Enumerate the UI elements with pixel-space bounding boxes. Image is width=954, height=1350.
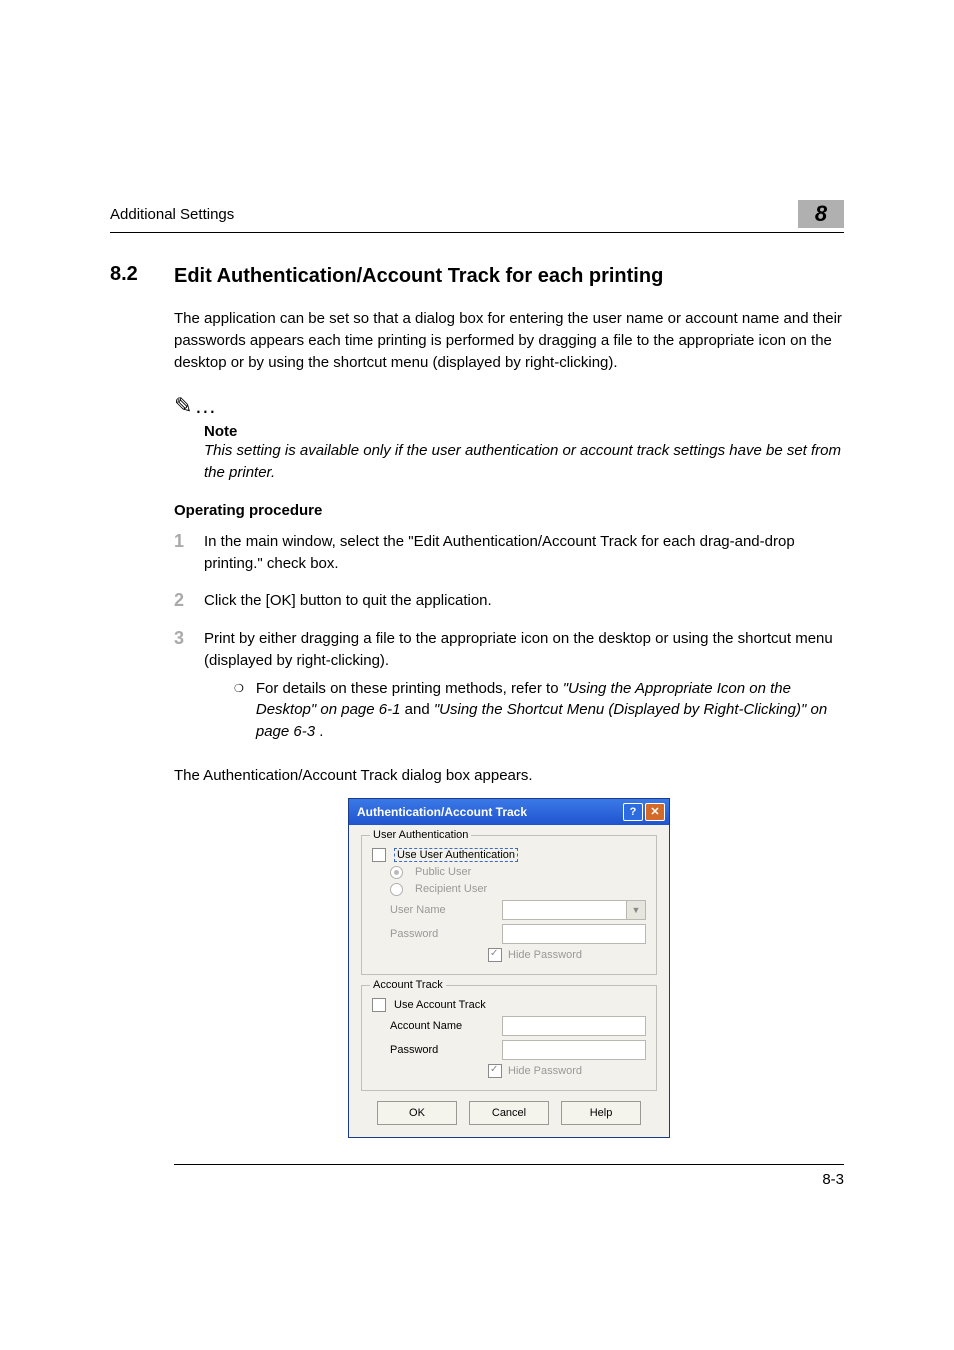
hide-password-row: Hide Password (488, 948, 646, 962)
sub-bullet-mid: and (405, 701, 434, 718)
use-user-auth-checkbox[interactable] (372, 848, 386, 862)
user-auth-group: User Authentication Use User Authenticat… (361, 835, 657, 975)
note-label: Note (204, 423, 844, 440)
use-account-track-label: Use Account Track (394, 999, 486, 1011)
page-footer: 8-3 (174, 1164, 844, 1188)
group-legend: User Authentication (370, 829, 471, 841)
chapter-number-badge: 8 (798, 200, 844, 228)
use-account-track-row: Use Account Track (372, 998, 646, 1012)
dialog-titlebar: Authentication/Account Track ? ✕ (349, 799, 669, 825)
hide-password-label: Hide Password (508, 949, 582, 961)
close-icon[interactable]: ✕ (645, 803, 665, 821)
public-user-row: Public User (390, 866, 646, 879)
acct-password-row: Password (390, 1040, 646, 1060)
acct-hide-password-row: Hide Password (488, 1064, 646, 1078)
step-1: 1 In the main window, select the "Edit A… (174, 531, 844, 575)
use-account-track-checkbox[interactable] (372, 998, 386, 1012)
section-title: Edit Authentication/Account Track for ea… (174, 263, 663, 290)
recipient-user-radio[interactable] (390, 883, 403, 896)
bullet-icon: ❍ (234, 682, 244, 743)
password-label: Password (390, 928, 494, 940)
titlebar-buttons: ? ✕ (623, 803, 665, 821)
step-2: 2 Click the [OK] button to quit the appl… (174, 590, 844, 612)
public-user-radio[interactable] (390, 866, 403, 879)
section-heading: 8.2 Edit Authentication/Account Track fo… (110, 263, 844, 290)
step-3-text: Print by either dragging a file to the a… (204, 630, 833, 669)
dialog-button-row: OK Cancel Help (361, 1101, 657, 1125)
use-user-auth-row: Use User Authentication (372, 848, 646, 862)
intro-paragraph: The application can be set so that a dia… (174, 308, 844, 373)
hide-password-checkbox[interactable] (488, 948, 502, 962)
acct-hide-password-checkbox[interactable] (488, 1064, 502, 1078)
note-icon: ✎… (174, 393, 844, 419)
use-user-auth-label: Use User Authentication (394, 848, 518, 862)
page-number: 8-3 (822, 1171, 844, 1188)
procedure-heading: Operating procedure (174, 502, 844, 519)
step-number: 1 (174, 531, 188, 575)
ok-button[interactable]: OK (377, 1101, 457, 1125)
help-button[interactable]: Help (561, 1101, 641, 1125)
acct-hide-password-label: Hide Password (508, 1065, 582, 1077)
help-icon[interactable]: ? (623, 803, 643, 821)
recipient-user-label: Recipient User (415, 883, 487, 895)
sub-bullet-text: For details on these printing methods, r… (256, 678, 844, 743)
account-name-label: Account Name (390, 1020, 494, 1032)
dialog-body: User Authentication Use User Authenticat… (349, 825, 669, 1137)
running-head: Additional Settings (110, 206, 234, 223)
username-row: User Name ▼ (390, 900, 646, 920)
username-label: User Name (390, 904, 494, 916)
page-header: Additional Settings 8 (110, 200, 844, 233)
acct-password-input[interactable] (502, 1040, 646, 1060)
password-input[interactable] (502, 924, 646, 944)
sub-bullet-lead: For details on these printing methods, r… (256, 680, 563, 697)
sub-bullet-tail: . (319, 723, 323, 740)
password-row: Password (390, 924, 646, 944)
acct-password-label: Password (390, 1044, 494, 1056)
username-combo[interactable]: ▼ (502, 900, 646, 920)
step-text: Click the [OK] button to quit the applic… (204, 590, 844, 612)
step-3: 3 Print by either dragging a file to the… (174, 628, 844, 751)
account-name-row: Account Name (390, 1016, 646, 1036)
auth-dialog: Authentication/Account Track ? ✕ User Au… (348, 798, 670, 1138)
account-name-input[interactable] (502, 1016, 646, 1036)
step-number: 3 (174, 628, 188, 751)
note-body: This setting is available only if the us… (204, 440, 844, 484)
document-page: Additional Settings 8 8.2 Edit Authentic… (0, 0, 954, 1268)
cancel-button[interactable]: Cancel (469, 1101, 549, 1125)
chevron-down-icon[interactable]: ▼ (626, 901, 645, 919)
section-number: 8.2 (110, 263, 150, 290)
step-number: 2 (174, 590, 188, 612)
step-text: In the main window, select the "Edit Aut… (204, 531, 844, 575)
group-legend: Account Track (370, 979, 446, 991)
body-column: The application can be set so that a dia… (174, 308, 844, 1188)
step-text: Print by either dragging a file to the a… (204, 628, 844, 751)
step-3-sub-bullet: ❍ For details on these printing methods,… (234, 678, 844, 743)
after-steps-text: The Authentication/Account Track dialog … (174, 767, 844, 784)
account-track-group: Account Track Use Account Track Account … (361, 985, 657, 1091)
public-user-label: Public User (415, 866, 471, 878)
dialog-title: Authentication/Account Track (357, 805, 527, 819)
recipient-user-row: Recipient User (390, 883, 646, 896)
